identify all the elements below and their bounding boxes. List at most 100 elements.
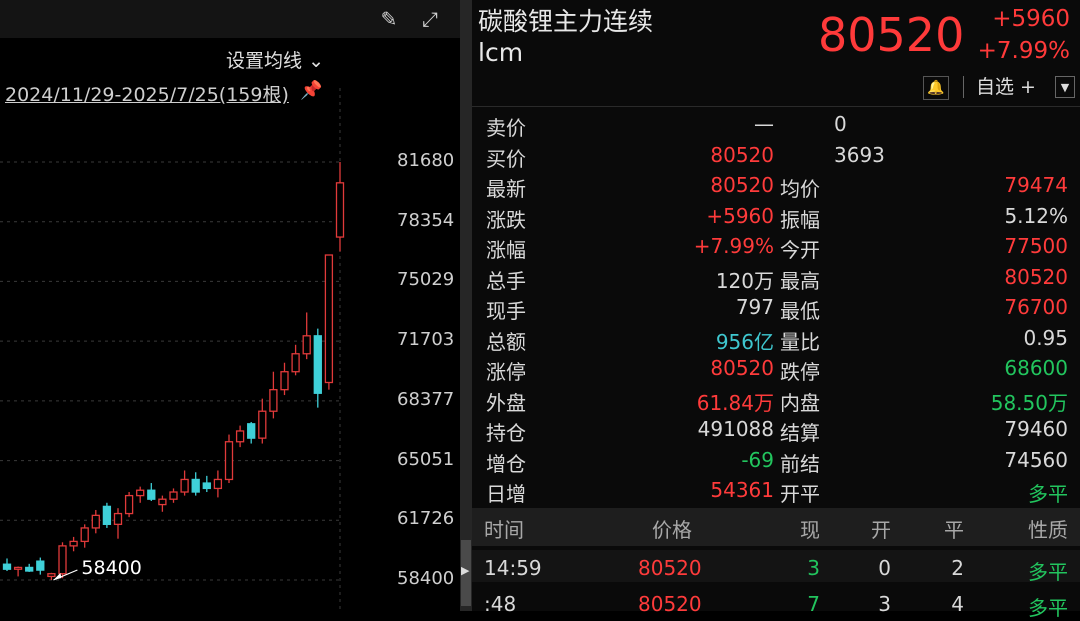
candle (2, 558, 12, 572)
candle-body (102, 505, 112, 525)
col-now: 现 (800, 518, 820, 542)
candle-body (280, 371, 289, 391)
candle (80, 524, 89, 548)
ma-setting-label: 设置均线 (226, 50, 303, 72)
candle (180, 470, 189, 496)
quote-label: 总额 (486, 329, 526, 354)
quote-label: 最高 (780, 268, 820, 293)
price-tick-label: 78354 (397, 209, 455, 231)
candle (313, 328, 322, 408)
candle (280, 362, 289, 396)
trade-price: 80520 (638, 556, 702, 580)
quote-row: 涨跌 +5960 振幅 5.12% (472, 204, 1080, 235)
quote-volume: 3693 (834, 142, 885, 167)
kline-chart-panel[interactable]: ✎ ⤢ 58400 设置均线 ⌄ 2024/11/29-2025/7/25(15… (0, 0, 460, 611)
quote-row: 增仓 -69 前结 74560 (472, 448, 1080, 479)
quote-label: 增仓 (486, 451, 526, 476)
candle-body (235, 430, 245, 443)
quote-label: 涨跌 (486, 207, 526, 232)
candle-body (247, 423, 256, 439)
quote-label: 振幅 (780, 207, 820, 232)
quote-panel: 碳酸锂主力连续 lcm 80520 +5960 +7.99% 🔔 自选 + ▼ … (472, 0, 1080, 620)
candle-body (335, 182, 345, 238)
candle-body (113, 512, 123, 525)
quote-row: 买价 80520 3693 (472, 143, 1080, 174)
quote-value: 80520 (710, 173, 774, 197)
candle-body (302, 335, 311, 355)
trade-time: :48 (484, 592, 517, 616)
quote-value: 79474 (1004, 173, 1068, 197)
bell-icon[interactable]: 🔔 (923, 76, 949, 100)
candle (247, 421, 256, 444)
quote-value: 0.95 (1023, 325, 1068, 350)
candle (91, 509, 100, 534)
candle (224, 434, 234, 484)
price-change-pct: +7.99% (977, 38, 1070, 64)
candle-body (213, 478, 223, 490)
price-tick-label: 75029 (397, 269, 455, 291)
candle-body (124, 494, 134, 515)
quote-value: 956亿 (715, 329, 774, 354)
candle-body (36, 560, 45, 571)
candle (36, 557, 45, 575)
candle (269, 371, 278, 419)
quote-row: 涨停 80520 跌停 68600 (472, 356, 1080, 387)
candle-body (91, 514, 100, 529)
price-tick-label: 65051 (397, 448, 455, 470)
candle-body (202, 482, 211, 490)
panel-splitter[interactable] (460, 0, 472, 611)
quote-value: 68600 (1004, 356, 1068, 380)
price-tick-label: 58400 (397, 568, 455, 589)
col-nature: 性质 (1028, 518, 1068, 542)
candle-body (147, 489, 156, 500)
candle-body (2, 563, 12, 570)
quote-label: 买价 (486, 146, 526, 171)
quote-label: 涨停 (486, 360, 526, 384)
candle-body (269, 389, 278, 412)
trade-open: 0 (878, 556, 891, 580)
pin-icon[interactable]: 📌 (300, 80, 322, 101)
quote-row: 卖价 — 0 (472, 112, 1080, 143)
date-range-label: 2024/11/29-2025/7/25(159根) (5, 84, 289, 106)
expand-arrow-icon[interactable]: ▶ (461, 564, 469, 577)
quote-value: 76700 (1004, 295, 1068, 319)
quote-label: 跌停 (780, 360, 820, 384)
quote-label: 开平 (780, 482, 820, 506)
quote-label: 涨幅 (486, 238, 526, 262)
quote-row: 总额 956亿 量比 0.95 (472, 326, 1080, 357)
watchlist-dropdown-icon[interactable]: ▼ (1055, 76, 1075, 98)
quote-label: 内盘 (780, 390, 820, 415)
trade-time: 14:59 (484, 556, 542, 580)
quote-value: 61.84万 (696, 390, 774, 415)
candle-body (291, 353, 300, 373)
quote-label: 最新 (486, 177, 526, 201)
trade-row[interactable]: 14:59 80520 3 0 2 多平 (472, 550, 1080, 584)
candle (147, 483, 156, 501)
quote-volume: 0 (834, 112, 847, 136)
trade-row[interactable]: :48 80520 7 3 4 多平 (472, 586, 1080, 620)
trade-close: 4 (951, 592, 964, 616)
contract-code: lcm (478, 38, 524, 67)
trade-now: 7 (807, 592, 820, 616)
quote-value: 491088 (697, 417, 774, 441)
last-price: 80520 (818, 8, 965, 62)
trade-price: 80520 (638, 592, 702, 616)
candle (258, 398, 267, 444)
quote-row: 持仓 491088 结算 79460 (472, 417, 1080, 448)
quote-label: 外盘 (486, 390, 526, 415)
ma-setting-dropdown[interactable]: 设置均线 ⌄ (226, 46, 324, 73)
candle-body (136, 489, 145, 497)
candle (69, 536, 78, 552)
trade-table-header: 时间 价格 现 开 平 性质 (472, 508, 1080, 546)
divider (472, 106, 1080, 107)
quote-row: 最新 80520 均价 79474 (472, 173, 1080, 204)
candle (235, 425, 245, 448)
quote-label: 持仓 (486, 421, 526, 445)
candle-body (324, 254, 334, 384)
quote-row: 涨幅 +7.99% 今开 77500 (472, 234, 1080, 265)
candle (191, 472, 200, 496)
trade-nature: 多平 (1028, 596, 1068, 620)
trade-nature: 多平 (1028, 560, 1068, 584)
add-watchlist-button[interactable]: 自选 + (963, 76, 1055, 98)
contract-name: 碳酸锂主力连续 (478, 7, 654, 36)
